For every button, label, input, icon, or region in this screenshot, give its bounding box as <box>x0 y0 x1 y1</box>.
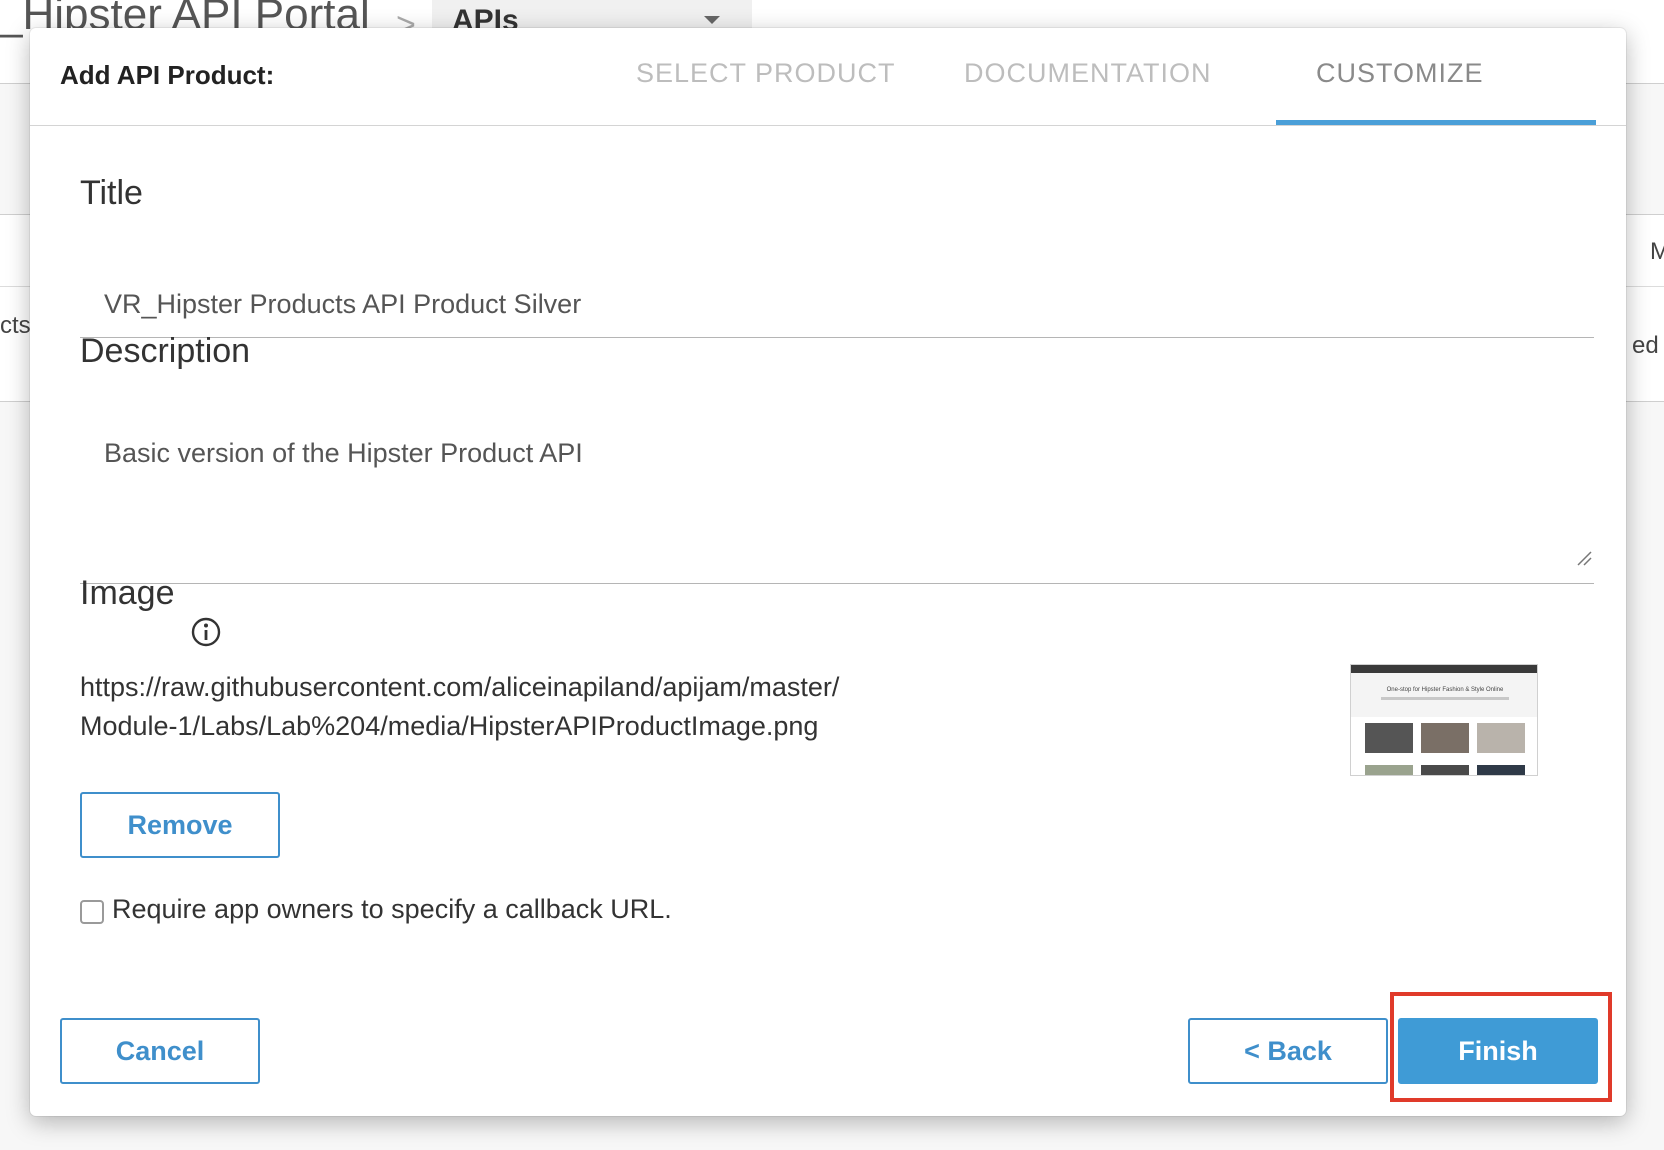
back-button[interactable]: < Back <box>1188 1018 1388 1084</box>
background-table-cell: cts <box>0 312 31 339</box>
thumbnail-product-image <box>1421 765 1469 775</box>
add-api-product-dialog: Add API Product: SELECT PRODUCT DOCUMENT… <box>30 28 1626 1116</box>
image-url: https://raw.githubusercontent.com/alicei… <box>80 672 840 741</box>
thumbnail-subtext <box>1381 697 1509 700</box>
active-step-indicator <box>1276 120 1596 125</box>
thumbnail-product-image <box>1477 765 1525 775</box>
step-select-product[interactable]: SELECT PRODUCT <box>636 58 896 89</box>
remove-image-button[interactable]: Remove <box>80 792 280 858</box>
image-label: Image <box>80 574 175 612</box>
description-label: Description <box>80 332 251 370</box>
title-label: Title <box>80 174 143 212</box>
thumbnail-product-image <box>1421 723 1469 753</box>
finish-button[interactable]: Finish <box>1398 1018 1598 1084</box>
step-customize[interactable]: CUSTOMIZE <box>1316 58 1484 89</box>
info-icon[interactable] <box>190 616 222 648</box>
title-input[interactable] <box>80 272 1594 338</box>
thumbnail-hero: One-stop for Hipster Fashion & Style Onl… <box>1351 673 1537 717</box>
background-table-cell: ed <box>1632 332 1659 359</box>
step-documentation[interactable]: DOCUMENTATION <box>964 58 1211 89</box>
thumbnail-product-image <box>1365 723 1413 753</box>
chevron-down-icon <box>704 16 720 24</box>
thumbnail-product-image <box>1477 723 1525 753</box>
description-textarea[interactable]: Basic version of the Hipster Product API <box>80 424 1594 584</box>
thumbnail-nav-bar <box>1351 665 1537 673</box>
dialog-title: Add API Product: <box>60 60 275 90</box>
dialog-header: Add API Product: SELECT PRODUCT DOCUMENT… <box>30 28 1626 126</box>
thumbnail-product-image <box>1365 765 1413 775</box>
callback-url-checkbox[interactable] <box>80 900 104 924</box>
callback-url-checkbox-label[interactable]: Require app owners to specify a callback… <box>112 894 672 925</box>
background-table-header-cell: M <box>1650 238 1664 265</box>
image-thumbnail: One-stop for Hipster Fashion & Style Onl… <box>1350 664 1538 776</box>
resize-handle-icon[interactable] <box>1576 550 1592 566</box>
thumbnail-headline: One-stop for Hipster Fashion & Style Onl… <box>1386 687 1504 693</box>
cancel-button[interactable]: Cancel <box>60 1018 260 1084</box>
